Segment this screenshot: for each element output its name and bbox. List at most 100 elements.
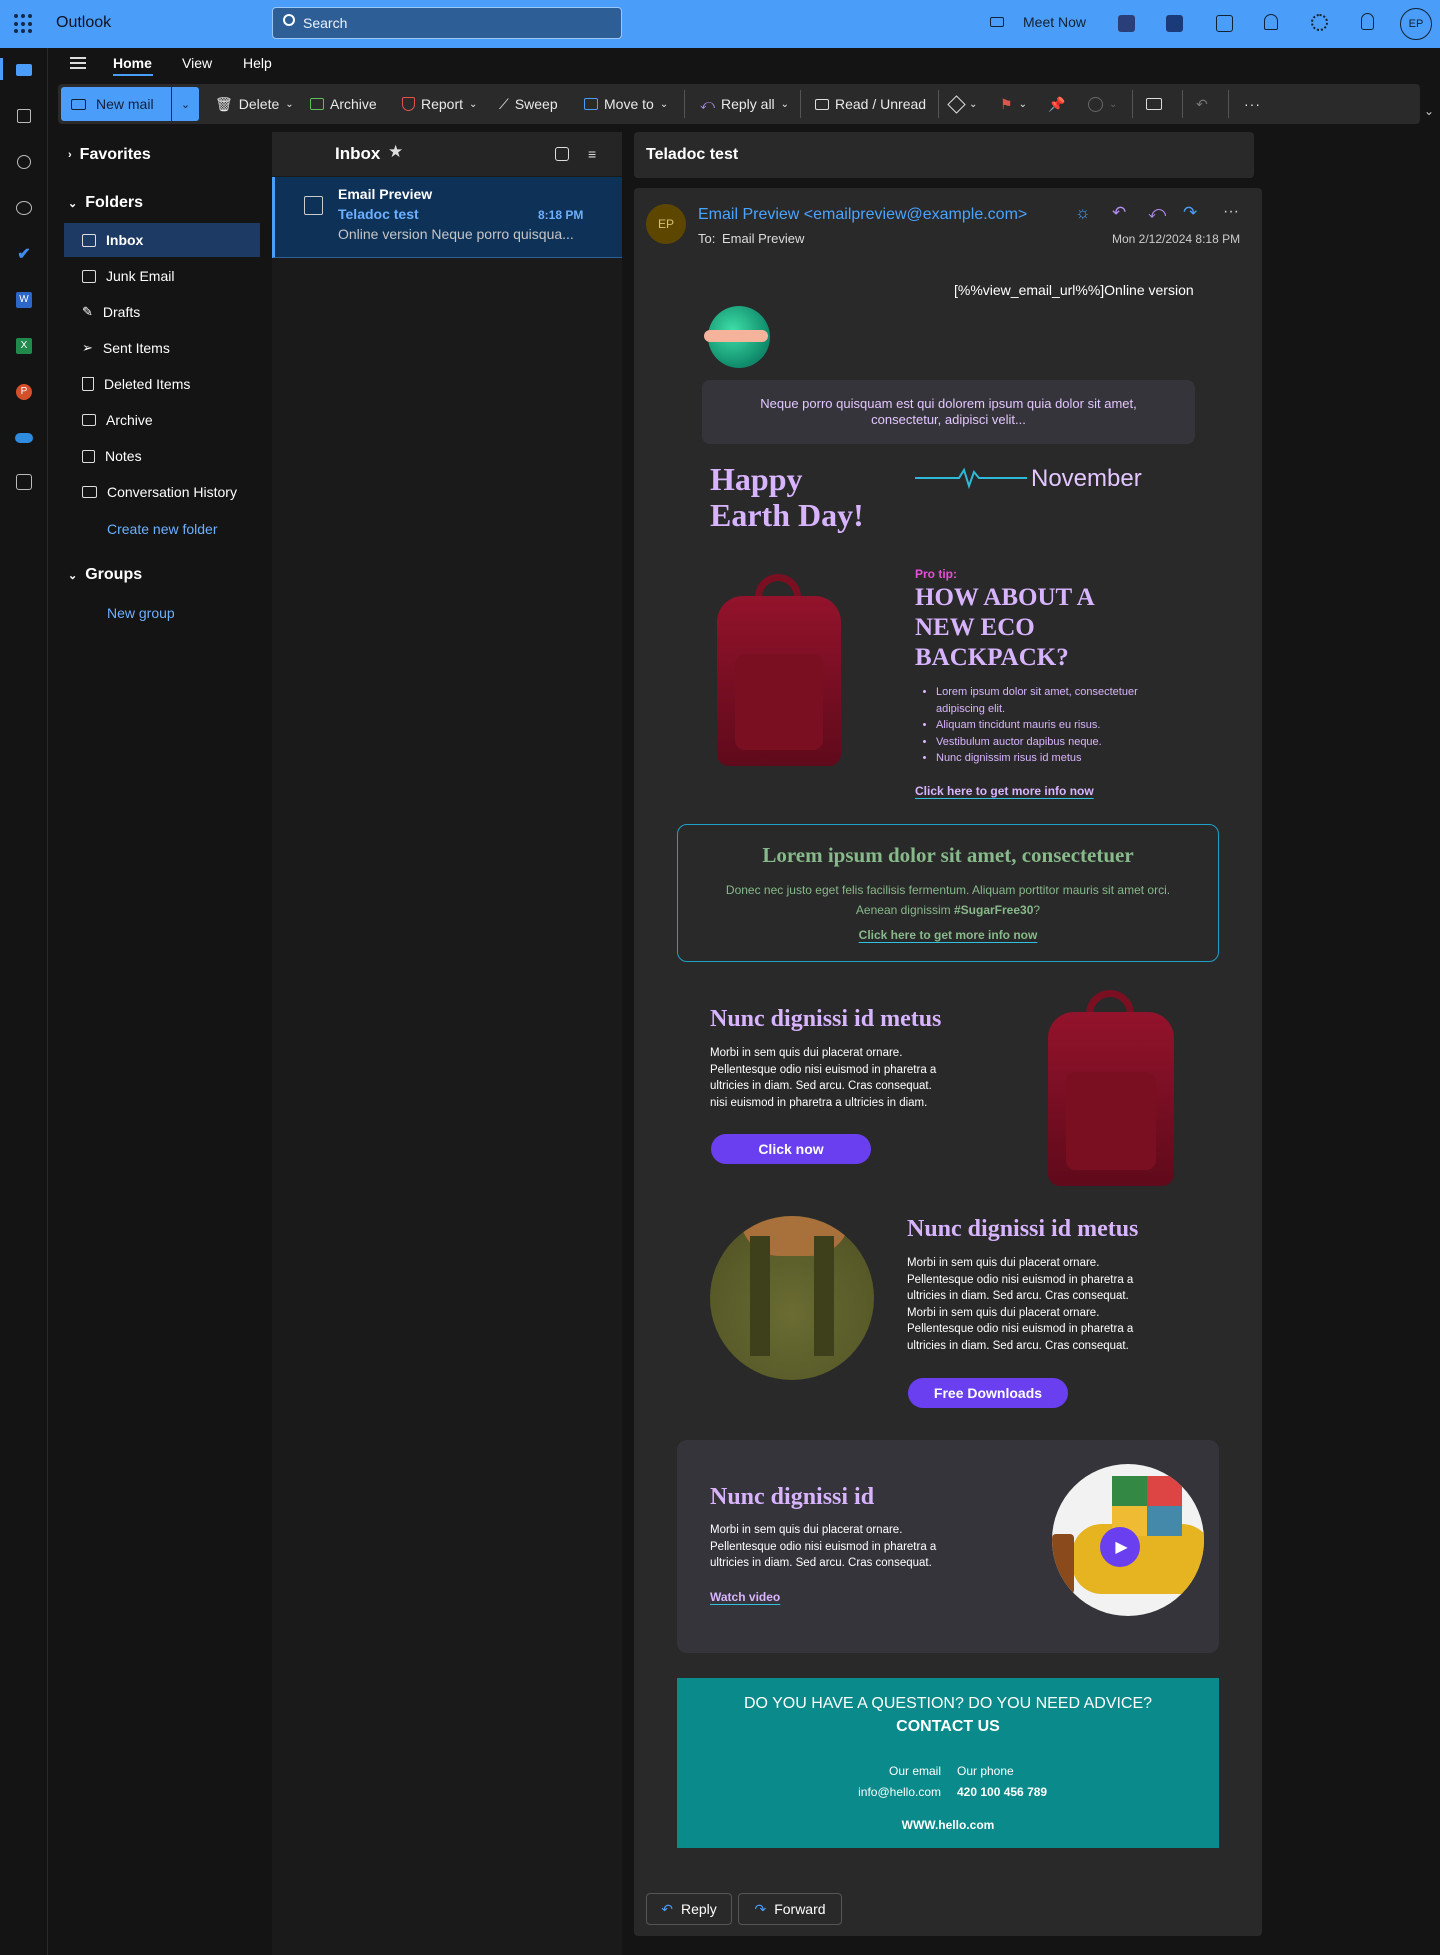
reply-button[interactable]: ↶ Reply — [646, 1893, 732, 1925]
play-icon[interactable]: ▶ — [1100, 1527, 1140, 1567]
folder-label: Conversation History — [107, 484, 237, 500]
groups-label: Groups — [85, 566, 143, 583]
folder-archive[interactable]: Archive — [64, 403, 260, 437]
folders-header[interactable]: ⌄ Folders — [68, 194, 143, 212]
select-mode-icon[interactable] — [555, 147, 569, 161]
more-apps-icon[interactable] — [12, 470, 36, 494]
sender-address[interactable]: Email Preview <emailpreview@example.com> — [698, 206, 1027, 224]
email-value[interactable]: info@hello.com — [852, 1785, 941, 1799]
new-mail-dropdown[interactable]: ⌄ — [172, 87, 199, 121]
undo-button[interactable]: ↶ — [1196, 93, 1208, 115]
tab-view[interactable]: View — [182, 55, 212, 71]
menu-icon[interactable] — [70, 57, 86, 69]
trash-icon: 🗑 — [215, 95, 233, 112]
sun-icon[interactable]: ☼ — [1075, 203, 1091, 223]
groups-header[interactable]: ⌄ Groups — [68, 566, 142, 584]
reply-icon[interactable]: ↶ — [1112, 203, 1126, 223]
report-button[interactable]: Report ⌄ — [402, 93, 477, 115]
todo-icon[interactable]: ✔ — [12, 242, 36, 266]
star-icon[interactable]: ★ — [388, 142, 403, 162]
word-app-icon[interactable]: W — [12, 288, 36, 312]
read-unread-button[interactable]: Read / Unread — [815, 93, 926, 115]
calendar-icon[interactable] — [12, 104, 36, 128]
archive-button[interactable]: Archive — [310, 93, 377, 115]
teams-icon[interactable] — [1118, 15, 1135, 32]
tab-home-underline — [113, 74, 153, 76]
info-link[interactable]: Click here to get more info now — [915, 784, 1094, 798]
website-link[interactable]: WWW.hello.com — [677, 1818, 1219, 1832]
message-date: Mon 2/12/2024 8:18 PM — [1112, 232, 1241, 246]
folder-deleted-items[interactable]: Deleted Items — [64, 367, 260, 401]
gear-icon[interactable] — [1311, 14, 1328, 31]
folder-drafts[interactable]: ✎ Drafts — [64, 295, 260, 329]
tab-home[interactable]: Home — [113, 55, 152, 71]
phone-value[interactable]: 420 100 456 789 — [957, 1785, 1047, 1799]
earth-logo — [704, 306, 770, 368]
new-group-link[interactable]: New group — [107, 605, 175, 621]
onedrive-icon[interactable] — [12, 426, 36, 450]
notes-icon[interactable] — [1216, 15, 1233, 32]
delete-button[interactable]: 🗑 Delete ⌄ — [215, 93, 294, 115]
chevron-down-icon: ⌄ — [68, 197, 78, 210]
print-button[interactable] — [1146, 93, 1162, 115]
folder-icon — [82, 486, 97, 498]
create-new-folder-link[interactable]: Create new folder — [107, 521, 218, 537]
filter-icon[interactable]: ≡ — [588, 146, 596, 162]
new-mail-button[interactable]: New mail — [61, 87, 171, 121]
bell-icon[interactable] — [1264, 14, 1278, 30]
folder-conversation-history[interactable]: Conversation History — [64, 475, 260, 509]
folder-notes[interactable]: Notes — [64, 439, 260, 473]
chevron-down-icon: ⌄ — [469, 98, 478, 110]
more-options-button[interactable]: ··· — [1244, 93, 1261, 115]
reply-all-label: Reply all — [720, 96, 775, 112]
promo-box-link[interactable]: Click here to get more info now — [677, 928, 1219, 942]
online-version-link[interactable]: [%%view_email_url%%]Online version — [954, 282, 1194, 298]
tag-button[interactable]: ⌄ — [947, 93, 977, 115]
pin-button[interactable]: 📌 — [1048, 93, 1065, 115]
forward-button[interactable]: ↷ Forward — [738, 1893, 842, 1925]
folder-junk-email[interactable]: Junk Email — [64, 259, 260, 293]
sweep-button[interactable]: ⟋ Sweep — [499, 93, 558, 115]
message-checkbox[interactable] — [304, 196, 323, 215]
forward-icon[interactable]: ↷ — [1183, 203, 1197, 223]
move-to-button[interactable]: Move to ⌄ — [584, 93, 668, 115]
list-item[interactable]: Email Preview Teladoc test 8:18 PM Onlin… — [272, 177, 622, 258]
tab-help[interactable]: Help — [243, 55, 272, 71]
avatar[interactable]: EP — [1400, 8, 1432, 40]
video-icon[interactable] — [990, 17, 1004, 27]
watch-video-link[interactable]: Watch video — [710, 1590, 780, 1604]
delete-label: Delete — [238, 96, 280, 112]
folder-label: Inbox — [106, 232, 144, 248]
app-launcher-icon[interactable] — [14, 14, 34, 34]
folder-inbox[interactable]: Inbox — [64, 223, 260, 257]
click-now-button[interactable]: Click now — [711, 1134, 871, 1164]
reply-all-icon[interactable]: ⤺ — [1148, 203, 1166, 223]
meet-now-button[interactable]: Meet Now — [1023, 14, 1086, 30]
message-list — [272, 132, 622, 1955]
headline: Happy Earth Day! — [710, 461, 864, 533]
folder-label: Deleted Items — [104, 376, 191, 392]
app-title[interactable]: Outlook — [56, 14, 111, 32]
ribbon-separator — [684, 90, 685, 118]
contact-question: DO YOU HAVE A QUESTION? DO YOU NEED ADVI… — [743, 1695, 1153, 1712]
mail-icon[interactable] — [12, 58, 36, 82]
folder-sent-items[interactable]: ➢ Sent Items — [64, 331, 260, 365]
reply-label: Reply — [680, 1901, 717, 1917]
subject-bar: Teladoc test — [634, 132, 1254, 178]
free-downloads-button[interactable]: Free Downloads — [908, 1378, 1068, 1408]
lightbulb-icon[interactable] — [1361, 13, 1374, 30]
flag-button[interactable]: ⚑ ⌄ — [1000, 93, 1027, 115]
people-icon[interactable] — [12, 150, 36, 174]
more-actions-icon[interactable]: ··· — [1223, 203, 1239, 221]
word-icon[interactable] — [1166, 15, 1183, 32]
favorites-header[interactable]: › Favorites — [68, 146, 151, 164]
powerpoint-app-icon[interactable]: P — [12, 380, 36, 404]
reply-all-button[interactable]: ⤺ Reply all ⌄ — [700, 93, 789, 115]
excel-app-icon[interactable]: X — [12, 334, 36, 358]
ribbon-collapse-icon[interactable]: ⌄ — [1424, 104, 1434, 118]
search-input[interactable]: Search — [272, 7, 622, 39]
groups-icon[interactable] — [12, 196, 36, 220]
snooze-button[interactable]: ⌄ — [1088, 93, 1117, 115]
ribbon-separator — [1228, 90, 1229, 118]
section-3-text: Morbi in sem quis dui placerat ornare. P… — [710, 1524, 937, 1569]
